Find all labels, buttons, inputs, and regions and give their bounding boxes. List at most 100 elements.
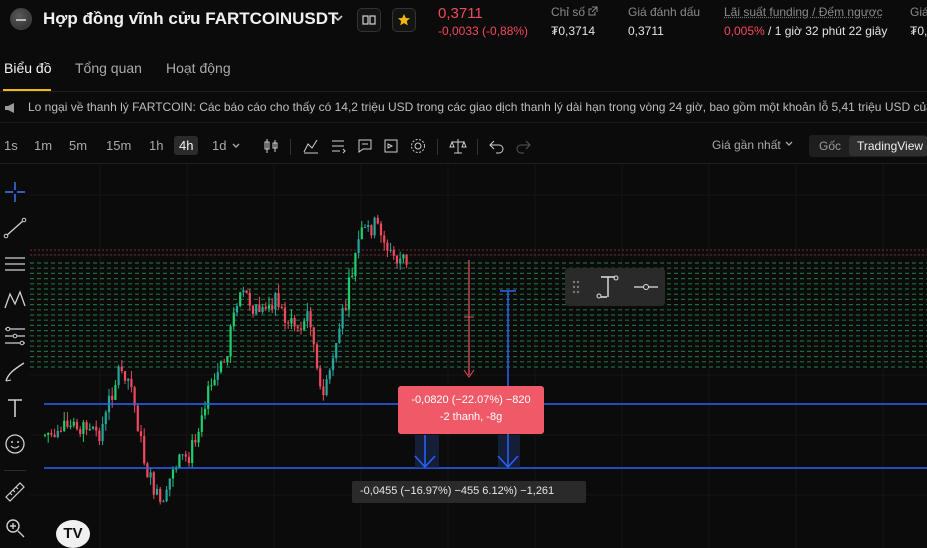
candle-body	[306, 311, 309, 322]
candle-body	[213, 379, 216, 386]
candle-body	[56, 430, 59, 437]
line-style-icon[interactable]	[633, 278, 659, 296]
candle-body	[405, 254, 408, 265]
timeframe-1d[interactable]: 1d	[212, 138, 226, 153]
tools-divider	[4, 470, 26, 471]
tab-chart[interactable]: Biểu đồ	[4, 60, 51, 76]
external-link-icon[interactable]	[588, 6, 598, 16]
book-icon[interactable]	[357, 8, 381, 32]
candle-body	[395, 255, 399, 264]
candle-body	[136, 405, 139, 432]
measure-line-2: -2 thanh, -8g	[439, 411, 503, 423]
settings-gear-icon[interactable]	[409, 137, 427, 155]
price-value: ₮0,	[910, 24, 927, 38]
fib-levels-icon[interactable]	[3, 324, 27, 348]
candle-body	[383, 235, 386, 243]
timeframe-more-chevron-icon[interactable]	[231, 141, 241, 151]
index-value: ₮0,3714	[551, 24, 596, 38]
timeframe-15m[interactable]: 15m	[106, 138, 131, 153]
candle-body	[248, 292, 251, 306]
candle-body	[258, 304, 261, 312]
symbol-title[interactable]: Hợp đồng vĩnh cửu FARTCOINUSDT	[43, 9, 338, 29]
candle-type-icon[interactable]	[262, 137, 280, 155]
zoom-in-icon[interactable]	[3, 516, 27, 540]
drag-handle-icon[interactable]	[571, 279, 581, 295]
crosshair-icon[interactable]	[3, 180, 27, 204]
announcement-bar[interactable]: Lo ngại về thanh lý FARTCOIN: Các báo cá…	[0, 93, 927, 123]
candle-body	[271, 305, 274, 310]
last-price: 0,3711	[438, 5, 483, 22]
candle-body	[149, 472, 152, 478]
candle-body	[293, 317, 296, 327]
funding-rate: 0,005%	[724, 24, 765, 38]
candle-body	[290, 317, 293, 324]
indicators-icon[interactable]	[302, 137, 320, 155]
price-change: -0,0033 (-0,88%)	[438, 24, 529, 38]
tab-overview[interactable]: Tổng quan	[75, 60, 142, 76]
candle-body	[178, 454, 181, 469]
candle-body	[331, 358, 335, 371]
compare-icon[interactable]	[329, 137, 347, 155]
brush-icon[interactable]	[3, 360, 27, 384]
candle-body	[338, 328, 341, 343]
candle-body	[216, 372, 219, 380]
candle-body	[69, 425, 72, 427]
horizontal-lines-icon[interactable]	[3, 252, 27, 276]
candle-body	[59, 430, 63, 432]
redo-icon[interactable]	[514, 137, 532, 155]
timeframe-1m[interactable]: 1m	[34, 138, 52, 153]
timeframe-1s[interactable]: 1s	[4, 138, 18, 153]
replay-icon[interactable]	[382, 137, 400, 155]
timeframe-1h[interactable]: 1h	[149, 138, 163, 153]
undo-icon[interactable]	[488, 137, 506, 155]
measure-line-1: -0,0820 (−22.07%) −820	[411, 394, 531, 406]
candle-body	[315, 344, 319, 369]
candle-body	[146, 463, 149, 478]
funding-countdown: / 1 giờ 32 phút 22 giây	[764, 24, 888, 38]
view-tradingview-button[interactable]: TradingView	[849, 136, 927, 156]
candle-body	[344, 307, 347, 310]
candle-body	[261, 306, 264, 312]
price-mode-select[interactable]: Giá gần nhất	[712, 138, 794, 152]
candle-body	[82, 422, 85, 434]
candle-body	[373, 217, 376, 236]
candle-body	[53, 434, 56, 437]
pattern-icon[interactable]	[3, 288, 27, 312]
chevron-down-icon[interactable]	[331, 11, 345, 25]
tradingview-logo[interactable]: TV	[56, 520, 90, 548]
candle-body	[392, 249, 395, 256]
timeframe-5m[interactable]: 5m	[69, 138, 87, 153]
candle-body	[171, 469, 175, 479]
price-range-tool-icon[interactable]	[595, 274, 621, 300]
candle-body	[303, 321, 306, 330]
trend-line-icon[interactable]	[3, 216, 27, 240]
star-favorite-icon[interactable]	[392, 8, 416, 32]
drawing-floating-toolbar	[565, 268, 665, 306]
emoji-icon[interactable]	[3, 432, 27, 456]
candle-body	[117, 366, 120, 386]
candle-body	[130, 378, 133, 388]
candle-body	[47, 432, 50, 435]
candle-body	[242, 290, 245, 293]
candle-body	[328, 370, 331, 380]
candle-body	[376, 217, 379, 224]
active-tab-indicator	[3, 89, 51, 91]
ruler-measure-icon[interactable]	[3, 480, 27, 504]
timeframe-4h[interactable]: 4h	[174, 136, 199, 155]
candle-body	[75, 421, 79, 430]
candle-body	[245, 290, 248, 293]
candle-body	[299, 328, 303, 330]
measure-range-shade	[415, 435, 439, 468]
candle-body	[104, 412, 107, 425]
view-original-button[interactable]: Gốc	[819, 139, 841, 153]
candle-body	[347, 277, 351, 310]
candle-body	[267, 305, 271, 309]
drawing-overlays	[44, 260, 927, 469]
templates-icon[interactable]	[356, 137, 374, 155]
funding-label[interactable]: Lãi suất funding / Đếm ngược	[724, 5, 883, 19]
candle-body	[187, 456, 191, 463]
text-tool-icon[interactable]	[3, 396, 27, 420]
tab-activity[interactable]: Hoạt động	[166, 60, 231, 76]
candle-body	[139, 431, 143, 437]
scale-balance-icon[interactable]	[449, 137, 467, 155]
